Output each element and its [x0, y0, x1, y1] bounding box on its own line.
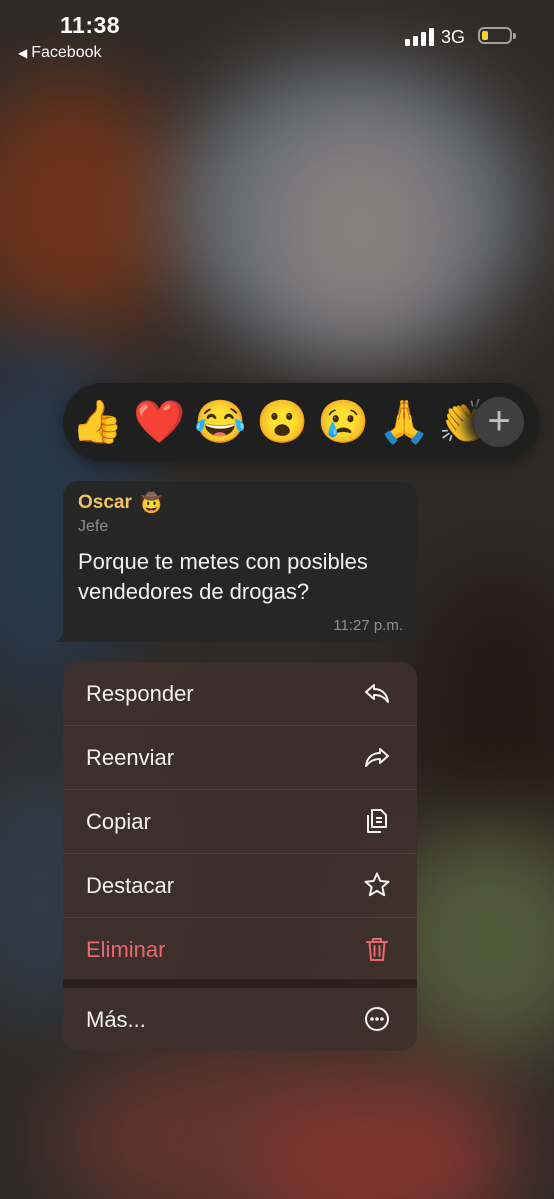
message-bubble[interactable]: Oscar 🤠 Jefe Porque te metes con posible… — [63, 481, 417, 642]
reaction-thumbs-up[interactable]: 👍 — [71, 396, 123, 448]
message-text: Porque te metes con posibles vendedores … — [78, 549, 368, 604]
clock: 11:38 — [60, 12, 121, 38]
signal-icon — [405, 27, 434, 46]
trash-icon — [363, 935, 391, 963]
menu-item-label: Copiar — [86, 809, 151, 834]
add-reaction-button[interactable]: + — [474, 397, 524, 447]
menu-item-reply[interactable]: Responder — [63, 662, 417, 725]
copy-icon — [363, 807, 391, 835]
reaction-heart[interactable]: ❤️ — [133, 396, 185, 448]
menu-item-forward[interactable]: Reenviar — [63, 726, 417, 789]
menu-item-label: Responder — [86, 681, 194, 706]
reaction-crying[interactable]: 😢 — [317, 396, 369, 448]
context-menu: Responder Reenviar Copiar Destacar Elimi… — [63, 662, 417, 1051]
reply-icon — [363, 679, 391, 707]
sender-role: Jefe — [78, 518, 109, 535]
message-time: 11:27 p.m. — [333, 617, 403, 634]
sender-name-row: Oscar 🤠 — [78, 491, 164, 515]
menu-item-label: Destacar — [86, 873, 175, 898]
menu-item-label: Eliminar — [86, 937, 166, 962]
status-bar: 11:38 ◀ Facebook 3G — [0, 0, 554, 70]
reaction-surprised[interactable]: 😮 — [256, 396, 308, 448]
sender-emoji: 🤠 — [139, 493, 164, 514]
back-arrow-icon: ◀ — [18, 46, 28, 60]
menu-item-pin[interactable]: Destacar — [63, 854, 417, 917]
plus-icon: + — [487, 399, 511, 443]
forward-icon — [363, 743, 391, 771]
battery-icon — [478, 27, 516, 44]
sender-name: Oscar — [78, 492, 132, 513]
more-icon — [363, 1005, 391, 1033]
menu-item-label: Más... — [86, 1007, 146, 1032]
menu-section-gap — [63, 979, 417, 988]
back-to-app-link[interactable]: ◀ Facebook — [18, 44, 102, 62]
menu-item-copy[interactable]: Copiar — [63, 790, 417, 853]
network-type: 3G — [441, 27, 466, 47]
reaction-bar: 👍 ❤️ 😂 😮 😢 🙏 👏 + — [63, 383, 540, 461]
menu-item-delete[interactable]: Eliminar — [63, 918, 417, 981]
back-app-label: Facebook — [31, 44, 102, 61]
menu-item-more[interactable]: Más... — [63, 988, 417, 1051]
reaction-folded-hands[interactable]: 🙏 — [378, 396, 430, 448]
star-icon — [363, 871, 391, 899]
menu-item-label: Reenviar — [86, 745, 175, 770]
reaction-tears-of-joy[interactable]: 😂 — [194, 396, 246, 448]
